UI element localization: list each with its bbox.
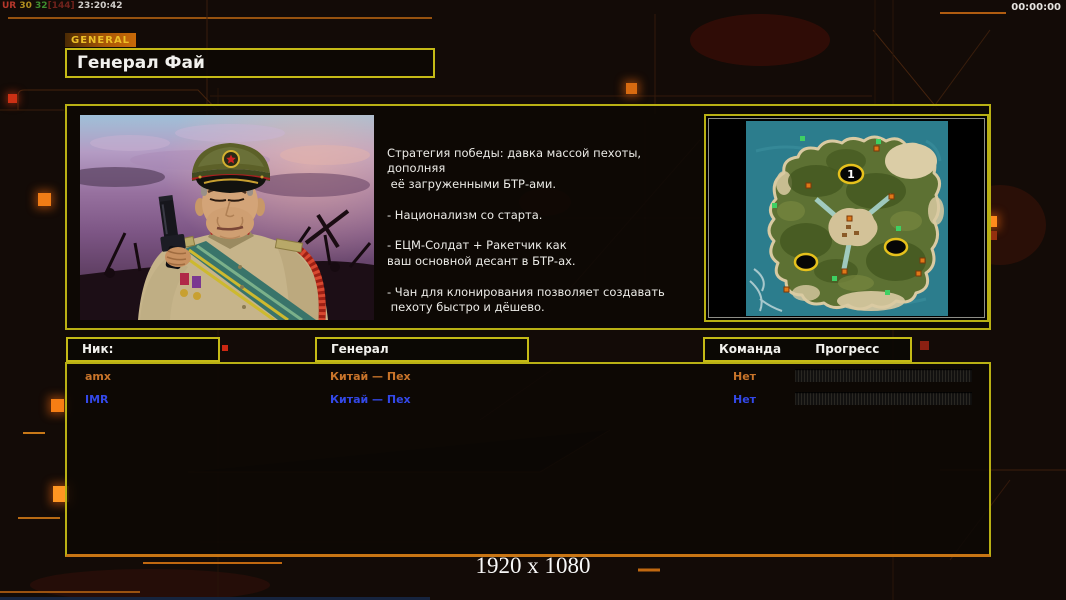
player-nick: IMR xyxy=(85,393,109,406)
map-preview: 1 xyxy=(708,118,985,318)
general-portrait xyxy=(65,115,374,322)
debug-overlay: UR 30 32[144] 23:20:42 xyxy=(2,1,123,11)
game-timer: 00:00:00 xyxy=(1011,2,1061,13)
loading-screen: UR 30 32[144] 23:20:42 00:00:00 GENERAL … xyxy=(0,0,1066,600)
player-team: Нет xyxy=(733,393,757,406)
map-preview-box: 1 xyxy=(704,114,989,322)
general-name: Генерал Фай xyxy=(77,53,205,73)
player-row: amx Китай — Пех Нет xyxy=(67,367,989,388)
loading-progress-bar xyxy=(795,369,972,382)
general-tab-label: GENERAL xyxy=(65,33,137,47)
debug-part: UR xyxy=(2,1,20,11)
circuit-node xyxy=(38,193,51,206)
start-position-marker xyxy=(793,252,818,271)
debug-part: 32 xyxy=(35,1,48,11)
player-general: Китай — Пех xyxy=(330,393,411,406)
circuit-node xyxy=(626,83,637,94)
debug-part: 30 xyxy=(19,1,36,11)
player-list-panel: amx Китай — Пех Нет IMR Китай — Пех Нет xyxy=(65,362,991,557)
header-team-progress: Команда Прогресс xyxy=(703,337,912,362)
circuit-node xyxy=(222,345,228,351)
header-general-label: Генерал xyxy=(331,342,389,356)
debug-part: [144] xyxy=(47,1,78,11)
header-nick: Ник: xyxy=(66,337,220,362)
strategy-description: Стратегия победы: давка массой пехоты, д… xyxy=(387,146,665,315)
header-progress-label: Прогресс xyxy=(815,342,880,356)
header-general: Генерал xyxy=(315,337,529,362)
player-team: Нет xyxy=(733,370,757,383)
circuit-node xyxy=(8,94,17,103)
player-general: Китай — Пех xyxy=(330,370,411,383)
loading-progress-bar xyxy=(795,392,972,405)
circuit-node xyxy=(920,341,929,350)
general-info-panel: Стратегия победы: давка массой пехоты, д… xyxy=(65,104,991,330)
player-nick: amx xyxy=(85,370,111,383)
start-position-marker xyxy=(883,237,908,256)
circuit-node xyxy=(51,399,64,412)
player-row: IMR Китай — Пех Нет xyxy=(67,390,989,411)
header-team-label: Команда xyxy=(719,342,782,356)
resolution-label: 1920 x 1080 xyxy=(475,553,591,578)
debug-part: 23:20:42 xyxy=(77,1,123,11)
header-nick-label: Ник: xyxy=(82,342,114,356)
general-title-box: Генерал Фай xyxy=(65,48,435,78)
player-start-number: 1 xyxy=(847,168,855,181)
